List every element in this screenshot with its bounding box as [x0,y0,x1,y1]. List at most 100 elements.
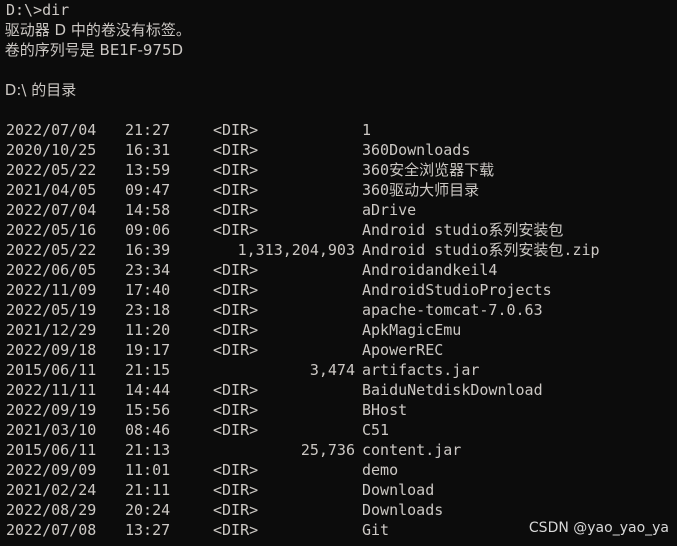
entry-dir-marker: <DIR> [213,181,259,199]
entry-name: Downloads [362,501,444,519]
entry-name: content.jar [362,441,462,459]
entry-time: 15:56 [125,401,171,419]
entry-name: artifacts.jar [362,361,480,379]
entry-time: 14:58 [125,201,171,219]
listing-row: 2022/05/16 09:06 <DIR> Android studio系列安装包 [0,220,677,240]
listing-row: 2022/05/22 13:59 <DIR> 360安全浏览器下载 [0,160,677,180]
entry-dir-marker: <DIR> [213,321,259,339]
entry-date: 2021/02/24 [6,481,97,499]
command-prompt-line: D:\>dir [6,1,70,19]
entry-date: 2021/04/05 [6,181,97,199]
entry-date: 2022/06/05 [6,261,97,279]
entry-date: 2021/12/29 [6,321,97,339]
entry-dir-marker: <DIR> [213,261,259,279]
entry-time: 19:17 [125,341,171,359]
entry-name: 360驱动大师目录 [362,181,480,199]
volume-serial-line: 卷的序列号是 BE1F-975D [0,41,184,59]
entry-time: 20:24 [125,501,171,519]
directory-listing: 2022/07/04 21:27 <DIR> 1 2020/10/25 16:31 <DIR… [0,120,677,540]
listing-row: 2022/05/22 16:39 1,313,204,903 Android stud… [0,240,677,260]
entry-date: 2022/07/04 [6,201,97,219]
listing-row: 2022/06/05 23:34 <DIR> Androidandkeil4 [0,260,677,280]
entry-name: ApkMagicEmu [362,321,462,339]
listing-row: 2020/10/25 16:31 <DIR> 360Downloads [0,140,677,160]
entry-date: 2022/07/04 [6,121,97,139]
entry-date: 2021/03/10 [6,421,97,439]
entry-date: 2022/09/18 [6,341,97,359]
entry-date: 2022/05/22 [6,161,97,179]
listing-row: 2022/09/09 11:01 <DIR> demo [0,460,677,480]
entry-date: 2022/05/19 [6,301,97,319]
entry-name: Android studio系列安装包 [362,221,564,239]
entry-size: 1,313,204,903 [237,241,355,259]
listing-row: 2021/02/24 21:11 <DIR> Download [0,480,677,500]
entry-dir-marker: <DIR> [213,221,259,239]
entry-name: demo [362,461,399,479]
entry-name: 1 [362,121,372,139]
listing-row: 2022/08/29 20:24 <DIR> Downloads [0,500,677,520]
entry-name: 360安全浏览器下载 [362,161,495,179]
entry-time: 23:18 [125,301,171,319]
entry-date: 2022/09/09 [6,461,97,479]
entry-time: 16:31 [125,141,171,159]
entry-dir-marker: <DIR> [213,481,259,499]
entry-time: 11:20 [125,321,171,339]
entry-time: 09:47 [125,181,171,199]
entry-name: BHost [362,401,408,419]
volume-label-line: 驱动器 D 中的卷没有标签。 [0,21,191,39]
entry-date: 2022/09/19 [6,401,97,419]
entry-dir-marker: <DIR> [213,281,259,299]
entry-size: 3,474 [309,361,355,379]
entry-dir-marker: <DIR> [213,501,259,519]
entry-date: 2022/07/08 [6,521,97,539]
entry-size: 25,736 [300,441,355,459]
entry-name: Download [362,481,435,499]
listing-row: 2022/05/19 23:18 <DIR> apache-tomcat-7.0.63 [0,300,677,320]
entry-time: 21:27 [125,121,171,139]
listing-row: 2022/07/04 21:27 <DIR> 1 [0,120,677,140]
entry-dir-marker: <DIR> [213,341,259,359]
listing-row: 2015/06/11 21:13 25,736 content.jar [0,440,677,460]
terminal-console[interactable]: D:\>dir 驱动器 D 中的卷没有标签。 卷的序列号是 BE1F-975D … [0,0,677,546]
listing-row: 2015/06/11 21:15 3,474 artifacts.jar [0,360,677,380]
entry-time: 13:59 [125,161,171,179]
entry-name: AndroidStudioProjects [362,281,552,299]
entry-date: 2022/11/11 [6,381,97,399]
entry-dir-marker: <DIR> [213,141,259,159]
entry-time: 09:06 [125,221,171,239]
entry-name: ApowerREC [362,341,444,359]
entry-name: Git [362,521,390,539]
entry-dir-marker: <DIR> [213,161,259,179]
listing-row: 2022/07/04 14:58 <DIR> aDrive [0,200,677,220]
entry-name: Androidandkeil4 [362,261,498,279]
entry-dir-marker: <DIR> [213,121,259,139]
entry-dir-marker: <DIR> [213,401,259,419]
entry-time: 21:11 [125,481,171,499]
listing-row: 2021/12/29 11:20 <DIR> ApkMagicEmu [0,320,677,340]
entry-name: apache-tomcat-7.0.63 [362,301,543,319]
entry-dir-marker: <DIR> [213,381,259,399]
entry-date: 2020/10/25 [6,141,97,159]
listing-row: 2022/09/18 19:17 <DIR> ApowerREC [0,340,677,360]
entry-date: 2022/05/16 [6,221,97,239]
entry-time: 08:46 [125,421,171,439]
listing-row: 2021/03/10 08:46 <DIR> C51 [0,420,677,440]
entry-time: 17:40 [125,281,171,299]
entry-dir-marker: <DIR> [213,201,259,219]
listing-row: 2022/07/08 13:27 <DIR> Git [0,520,677,540]
entry-time: 11:01 [125,461,171,479]
directory-of-line: D:\ 的目录 [0,81,77,99]
listing-row: 2022/11/09 17:40 <DIR> AndroidStudioProject… [0,280,677,300]
entry-name: Android studio系列安装包.zip [362,241,600,259]
entry-date: 2022/11/09 [6,281,97,299]
entry-dir-marker: <DIR> [213,461,259,479]
entry-name: BaiduNetdiskDownload [362,381,543,399]
entry-name: C51 [362,421,390,439]
listing-row: 2022/11/11 14:44 <DIR> BaiduNetdiskDownload [0,380,677,400]
listing-row: 2022/09/19 15:56 <DIR> BHost [0,400,677,420]
entry-name: aDrive [362,201,417,219]
listing-row: 2021/04/05 09:47 <DIR> 360驱动大师目录 [0,180,677,200]
entry-time: 23:34 [125,261,171,279]
entry-time: 13:27 [125,521,171,539]
